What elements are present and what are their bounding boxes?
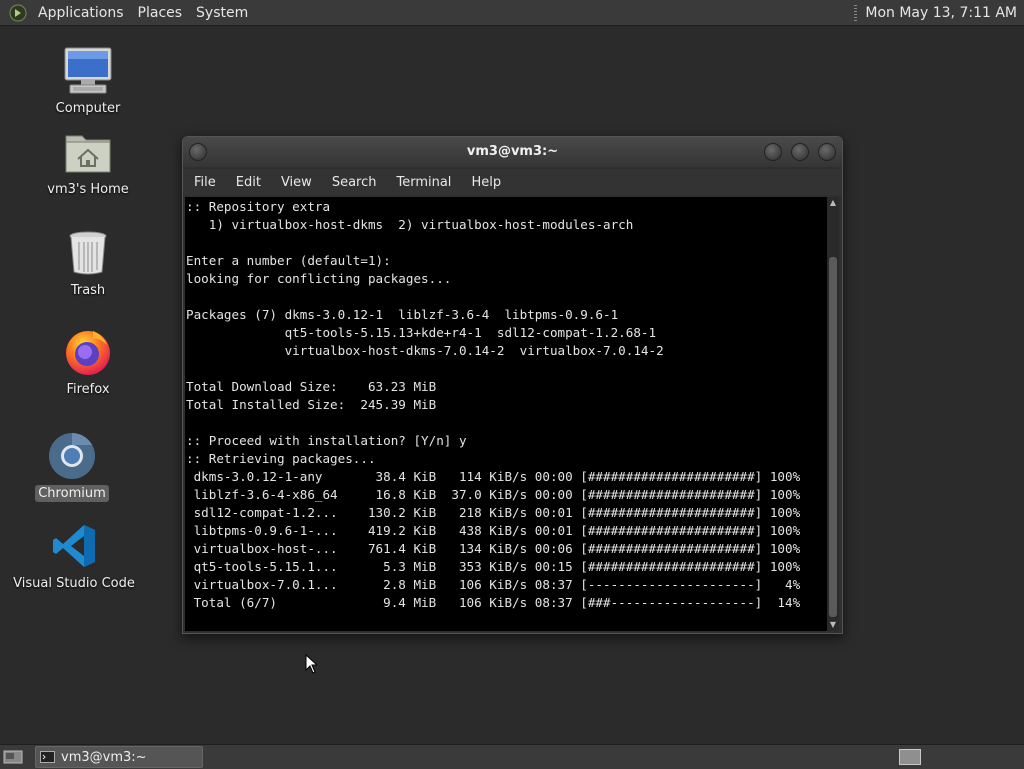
terminal-line: sdl12-compat-1.2... 130.2 KiB 218 KiB/s …	[186, 505, 801, 520]
mouse-pointer-icon	[305, 654, 317, 674]
menu-help[interactable]: Help	[460, 175, 510, 190]
desktop-icon-computer[interactable]: Computer	[33, 45, 143, 117]
desktop-icon-label: Firefox	[66, 382, 110, 397]
home-folder-icon	[62, 126, 114, 178]
desktop-icon-label: vm3's Home	[47, 182, 129, 197]
terminal-line: libtpms-0.9.6-1-... 419.2 KiB 438 KiB/s …	[186, 523, 801, 538]
top-panel-right: Mon May 13, 7:11 AM	[854, 0, 1024, 25]
terminal-window[interactable]: vm3@vm3:~ File Edit View Search Terminal…	[182, 136, 843, 634]
terminal-line: Total Download Size: 63.23 MiB	[186, 379, 437, 394]
terminal-line: virtualbox-7.0.1... 2.8 MiB 106 KiB/s 08…	[186, 577, 801, 592]
menu-view[interactable]: View	[270, 175, 321, 190]
close-button[interactable]	[818, 143, 836, 161]
places-menu[interactable]: Places	[131, 5, 190, 21]
clock[interactable]: Mon May 13, 7:11 AM	[865, 5, 1024, 21]
terminal-line: virtualbox-host-dkms-7.0.14-2 virtualbox…	[186, 343, 664, 358]
desktop-icon-label: Trash	[70, 283, 106, 298]
desktop-icon-vscode[interactable]: Visual Studio Code	[13, 520, 135, 592]
terminal-icon	[40, 751, 55, 763]
terminal-line: 1) virtualbox-host-dkms 2) virtualbox-ho…	[186, 217, 634, 232]
terminal-text: :: Repository extra 1) virtualbox-host-d…	[185, 197, 827, 612]
scrollbar[interactable]: ▲ ▼	[827, 197, 839, 631]
main-menu-icon[interactable]	[9, 3, 27, 22]
terminal-line: Enter a number (default=1):	[186, 253, 391, 268]
menu-edit[interactable]: Edit	[225, 175, 270, 190]
menu-terminal[interactable]: Terminal	[385, 175, 460, 190]
titlebar[interactable]: vm3@vm3:~	[183, 137, 842, 167]
computer-icon	[62, 45, 114, 97]
terminal-line: qt5-tools-5.15.1... 5.3 MiB 353 KiB/s 00…	[186, 559, 801, 574]
terminal-line: liblzf-3.6-4-x86_64 16.8 KiB 37.0 KiB/s …	[186, 487, 801, 502]
desktop-icon-firefox[interactable]: Firefox	[33, 326, 143, 398]
window-title: vm3@vm3:~	[466, 144, 559, 159]
terminal-line: dkms-3.0.12-1-any 38.4 KiB 114 KiB/s 00:…	[186, 469, 801, 484]
terminal-line: Total Installed Size: 245.39 MiB	[186, 397, 437, 412]
top-panel: Applications Places System Mon May 13, 7…	[0, 0, 1024, 26]
terminal-line: virtualbox-host-... 761.4 KiB 134 KiB/s …	[186, 541, 801, 556]
scroll-up-icon[interactable]: ▲	[827, 197, 839, 209]
terminal-output[interactable]: :: Repository extra 1) virtualbox-host-d…	[185, 197, 827, 631]
desktop-icon-label: Chromium	[35, 485, 109, 502]
system-menu[interactable]: System	[189, 5, 255, 21]
panel-handle[interactable]	[854, 4, 858, 21]
chromium-icon	[46, 430, 98, 482]
desktop-icon-chromium[interactable]: Chromium	[17, 430, 127, 502]
menu-search[interactable]: Search	[321, 175, 386, 190]
terminal-line: :: Repository extra	[186, 199, 331, 214]
desktop-icon-label: Computer	[55, 101, 121, 116]
show-desktop-icon[interactable]	[3, 749, 23, 765]
desktop-icon-label: Visual Studio Code	[13, 576, 135, 591]
terminal-line: qt5-tools-5.15.13+kde+r4-1 sdl12-compat-…	[186, 325, 657, 340]
maximize-button[interactable]	[791, 143, 809, 161]
terminal-line: :: Retrieving packages...	[186, 451, 376, 466]
taskbar-item-label: vm3@vm3:~	[61, 749, 147, 765]
bottom-panel: vm3@vm3:~	[0, 744, 1024, 769]
taskbar-item-terminal[interactable]: vm3@vm3:~	[35, 746, 203, 768]
workspace-switcher[interactable]	[899, 749, 921, 765]
terminal-line: looking for conflicting packages...	[186, 271, 452, 286]
scroll-down-icon[interactable]: ▼	[827, 619, 839, 631]
desktop-icon-trash[interactable]: Trash	[33, 227, 143, 299]
desktop-icon-home[interactable]: vm3's Home	[33, 126, 143, 198]
terminal-line: Total (6/7) 9.4 MiB 106 KiB/s 08:37 [###…	[186, 595, 801, 610]
scrollbar-thumb[interactable]	[829, 257, 837, 617]
firefox-icon	[62, 326, 114, 378]
menu-file[interactable]: File	[183, 175, 225, 190]
applications-menu[interactable]: Applications	[31, 5, 131, 21]
minimize-button[interactable]	[764, 143, 782, 161]
trash-icon	[62, 227, 114, 279]
terminal-line: :: Proceed with installation? [Y/n] y	[186, 433, 467, 448]
terminal-line: Packages (7) dkms-3.0.12-1 liblzf-3.6-4 …	[186, 307, 619, 322]
vscode-icon	[48, 520, 100, 572]
menubar: File Edit View Search Terminal Help	[183, 169, 842, 195]
